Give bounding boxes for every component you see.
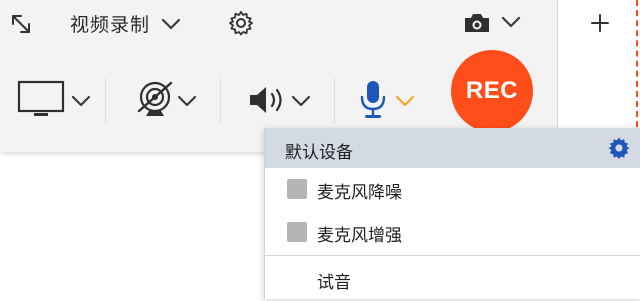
divider	[557, 0, 558, 130]
webcam-off-icon[interactable]	[134, 78, 178, 122]
monitor-icon[interactable]	[17, 80, 67, 120]
divider	[220, 78, 221, 124]
menu-item-mic-boost[interactable]: 麦克风增强	[265, 212, 640, 254]
microphone-chevron-down-icon[interactable]	[394, 93, 416, 109]
mic-boost-label: 麦克风增强	[317, 226, 402, 245]
camera-chevron-down-icon[interactable]	[500, 14, 522, 30]
mode-chevron-down-icon[interactable]	[160, 16, 182, 32]
mode-title[interactable]: 视频录制	[70, 10, 150, 37]
sound-test-label: 试音	[317, 273, 351, 292]
webcam-chevron-down-icon[interactable]	[176, 93, 198, 109]
default-device-label: 默认设备	[285, 143, 353, 162]
microphone-menu: 默认设备 麦克风降噪 麦克风增强 试音	[264, 128, 640, 299]
plus-icon[interactable]	[589, 12, 611, 34]
camera-icon[interactable]	[463, 12, 491, 34]
noise-reduction-label: 麦克风降噪	[317, 183, 402, 202]
menu-divider	[265, 255, 640, 256]
divider	[334, 78, 335, 124]
microphone-icon[interactable]	[358, 79, 388, 121]
speaker-icon[interactable]	[248, 85, 288, 115]
divider	[105, 78, 106, 124]
gear-icon[interactable]	[607, 136, 631, 160]
mic-boost-checkbox[interactable]	[287, 222, 307, 242]
menu-item-sound-test[interactable]: 试音	[265, 259, 640, 301]
expand-icon[interactable]	[10, 13, 32, 35]
speaker-chevron-down-icon[interactable]	[290, 93, 312, 109]
menu-item-default-device[interactable]: 默认设备	[265, 128, 640, 168]
noise-reduction-checkbox[interactable]	[287, 179, 307, 199]
gear-icon[interactable]	[228, 10, 254, 36]
rec-button[interactable]: REC	[451, 50, 533, 132]
menu-item-noise-reduction[interactable]: 麦克风降噪	[265, 169, 640, 211]
screen-chevron-down-icon[interactable]	[70, 93, 92, 109]
